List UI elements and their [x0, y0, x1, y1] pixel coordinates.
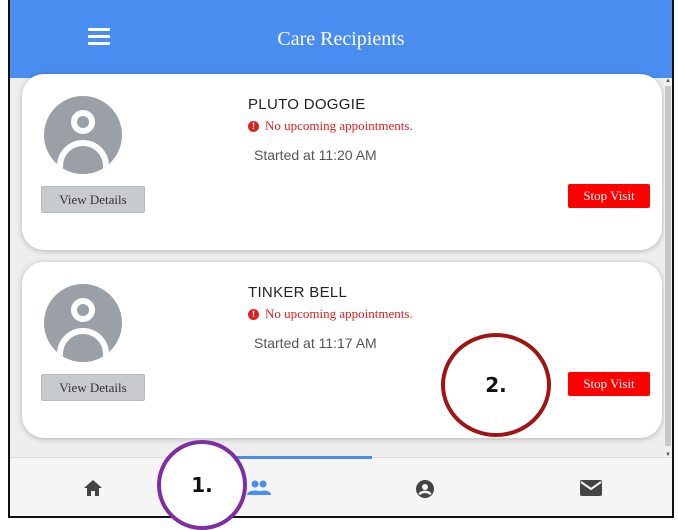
- view-details-button[interactable]: View Details: [41, 186, 145, 213]
- recipient-name: TINKER BELL: [248, 284, 348, 301]
- error-icon: !: [248, 309, 259, 320]
- page-title: Care Recipients: [277, 28, 405, 50]
- callout-1: 1.: [157, 440, 247, 530]
- alert-message: ! No upcoming appointments.: [248, 306, 413, 322]
- app-header: Care Recipients: [10, 0, 672, 78]
- recipient-list: View Details PLUTO DOGGIE ! No upcoming a…: [10, 74, 664, 458]
- app-frame: Care Recipients View Details PLUTO DOGGI…: [8, 0, 674, 518]
- mail-icon: [580, 480, 602, 496]
- view-details-button[interactable]: View Details: [41, 374, 145, 401]
- bottom-nav: [10, 456, 672, 516]
- recipient-card: View Details TINKER BELL ! No upcoming ap…: [22, 262, 662, 438]
- scrollbar[interactable]: ▲ ▼: [664, 78, 672, 458]
- tab-home[interactable]: [10, 458, 176, 516]
- visit-start-time: Started at 11:17 AM: [254, 335, 377, 351]
- scroll-thumb[interactable]: [665, 86, 671, 446]
- avatar-icon: [44, 96, 122, 174]
- recipient-name: PLUTO DOGGIE: [248, 96, 366, 113]
- tab-messages[interactable]: [508, 458, 672, 516]
- avatar-icon: [44, 284, 122, 362]
- alert-message: ! No upcoming appointments.: [248, 118, 413, 134]
- callout-2: 2.: [441, 333, 551, 437]
- scroll-up-icon[interactable]: ▲: [665, 78, 671, 84]
- recipient-card: View Details PLUTO DOGGIE ! No upcoming a…: [22, 74, 662, 250]
- people-icon: [247, 480, 271, 495]
- stop-visit-button[interactable]: Stop Visit: [568, 372, 650, 396]
- error-icon: !: [248, 121, 259, 132]
- tab-account[interactable]: [342, 458, 508, 516]
- stop-visit-button[interactable]: Stop Visit: [568, 184, 650, 208]
- account-circle-icon: [416, 480, 434, 498]
- visit-start-time: Started at 11:20 AM: [254, 147, 377, 163]
- home-icon: [84, 480, 102, 496]
